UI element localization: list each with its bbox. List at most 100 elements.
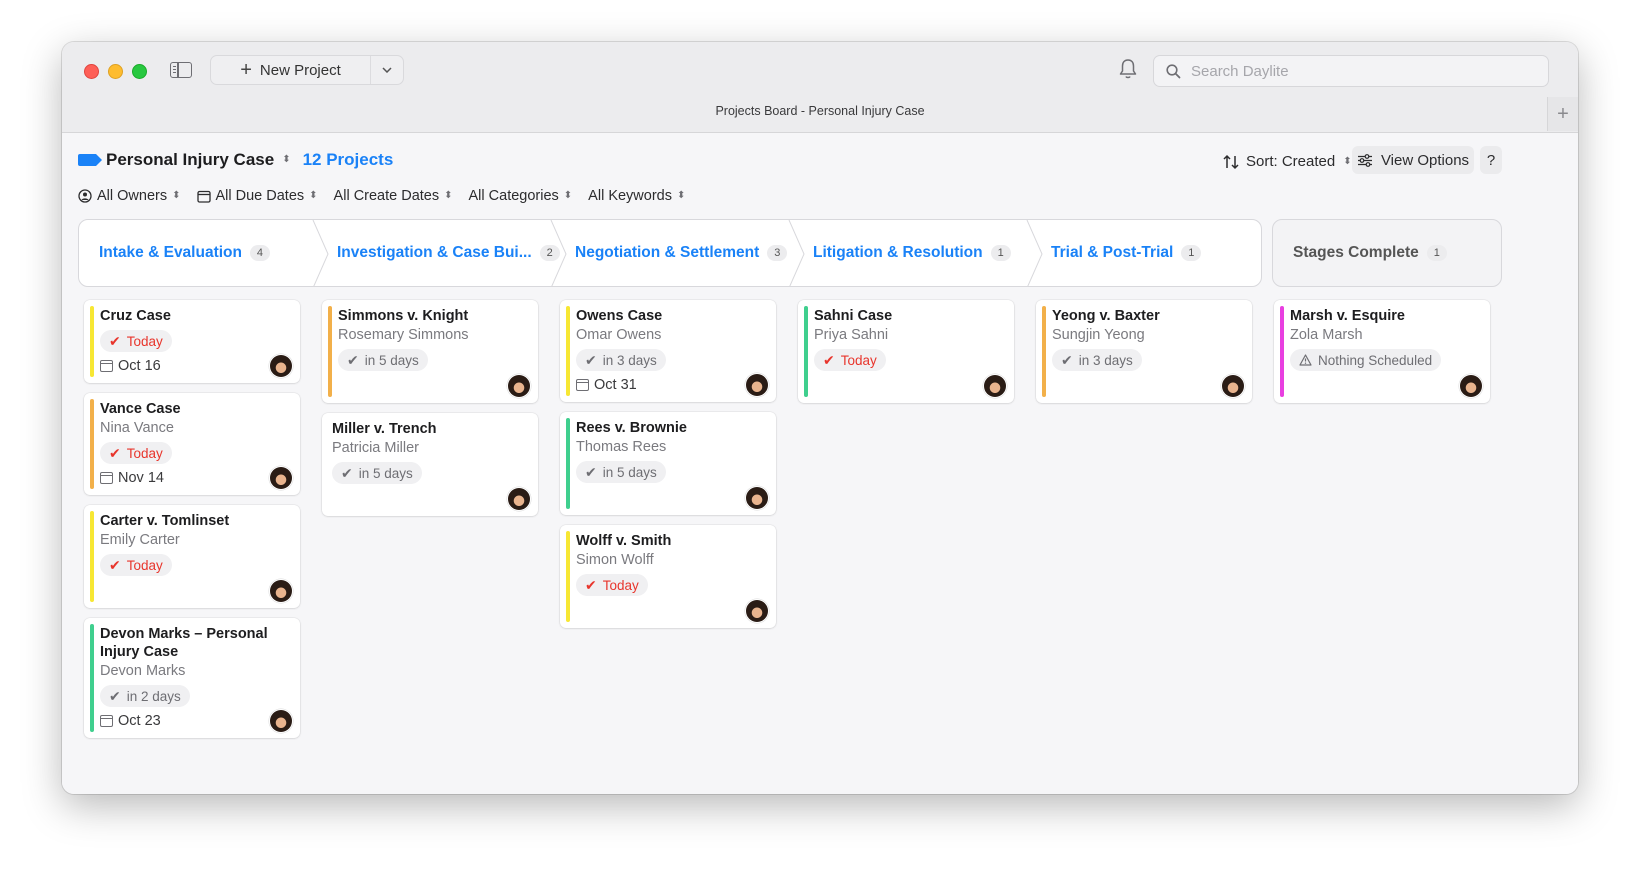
plus-icon: + bbox=[240, 59, 252, 81]
check-icon: ✔ bbox=[585, 463, 597, 480]
new-project-dropdown-button[interactable] bbox=[370, 56, 403, 84]
card-color-bar bbox=[1042, 306, 1046, 397]
updown-chevron-icon: ⬍ bbox=[676, 190, 686, 201]
project-card[interactable]: Rees v. Brownie Thomas Rees ✔ in 5 days bbox=[560, 412, 776, 515]
project-card[interactable]: Cruz Case ✔ Today Oct 16 bbox=[84, 300, 300, 383]
filter-label: All Create Dates bbox=[333, 188, 440, 204]
card-color-bar bbox=[90, 306, 94, 377]
owner-avatar[interactable] bbox=[746, 600, 768, 622]
new-project-button[interactable]: + New Project bbox=[211, 60, 370, 80]
new-project-control: + New Project bbox=[210, 55, 404, 85]
status-text: Today bbox=[126, 445, 163, 461]
project-card[interactable]: Simmons v. Knight Rosemary Simmons ✔ in 5… bbox=[322, 300, 538, 403]
project-card[interactable]: Owens Case Omar Owens ✔ in 3 days Oct 31 bbox=[560, 300, 776, 402]
filter-label: All Keywords bbox=[588, 188, 672, 204]
stage-trial[interactable]: Trial & Post-Trial 1 bbox=[1051, 220, 1202, 286]
project-card[interactable]: Yeong v. Baxter Sungjin Yeong ✔ in 3 days bbox=[1036, 300, 1252, 403]
stage-count-badge: 1 bbox=[1181, 245, 1202, 261]
project-card[interactable]: Wolff v. Smith Simon Wolff ✔ Today bbox=[560, 525, 776, 628]
owner-avatar[interactable] bbox=[1460, 375, 1482, 397]
stage-count-badge: 4 bbox=[249, 245, 270, 261]
card-title: Simmons v. Knight bbox=[338, 308, 469, 324]
owner-avatar[interactable] bbox=[270, 355, 292, 377]
filter-owners[interactable]: All Owners ⬍ bbox=[78, 188, 181, 204]
calendar-icon bbox=[576, 379, 589, 391]
filter-create-dates[interactable]: All Create Dates ⬍ bbox=[334, 188, 453, 204]
stage-intake[interactable]: Intake & Evaluation 4 bbox=[99, 220, 270, 286]
stage-label: Negotiation & Settlement bbox=[575, 244, 760, 261]
status-pill: ✔ Today bbox=[100, 330, 172, 352]
card-title: Owens Case bbox=[576, 308, 663, 324]
project-card[interactable]: Miller v. Trench Patricia Miller ✔ in 5 d… bbox=[322, 413, 538, 516]
owner-avatar[interactable] bbox=[508, 375, 530, 397]
card-contact: Omar Owens bbox=[576, 327, 662, 343]
status-pill: ✔ in 5 days bbox=[332, 462, 422, 484]
search-field[interactable] bbox=[1153, 55, 1549, 87]
owner-avatar[interactable] bbox=[984, 375, 1006, 397]
sort-control[interactable]: Sort: Created ⬍ bbox=[1222, 153, 1358, 170]
zoom-window-button[interactable] bbox=[132, 64, 147, 79]
status-text: in 5 days bbox=[364, 352, 419, 368]
minimize-window-button[interactable] bbox=[108, 64, 123, 79]
bell-icon[interactable] bbox=[1118, 58, 1138, 80]
owner-avatar[interactable] bbox=[270, 467, 292, 489]
sidebar-toggle-icon[interactable] bbox=[170, 62, 192, 78]
check-icon: ✔ bbox=[823, 351, 835, 368]
card-contact: Thomas Rees bbox=[576, 439, 667, 455]
project-card[interactable]: Carter v. Tomlinset Emily Carter ✔ Today bbox=[84, 505, 300, 608]
card-date: Oct 16 bbox=[100, 357, 290, 375]
project-card[interactable]: Marsh v. Esquire Zola Marsh Nothing Sche… bbox=[1274, 300, 1490, 403]
card-title: Sahni Case bbox=[814, 308, 893, 324]
stage-count-badge: 1 bbox=[1426, 245, 1447, 261]
search-input[interactable] bbox=[1189, 61, 1523, 81]
owner-avatar[interactable] bbox=[508, 488, 530, 510]
stage-column-trial: Yeong v. Baxter Sungjin Yeong ✔ in 3 days bbox=[1036, 300, 1252, 413]
stage-separator-icon bbox=[788, 220, 805, 286]
card-contact: Nina Vance bbox=[100, 420, 174, 436]
updown-chevron-icon: ⬍ bbox=[444, 190, 453, 201]
project-card[interactable]: Vance Case Nina Vance ✔ Today Nov 14 bbox=[84, 393, 300, 495]
status-pill: Nothing Scheduled bbox=[1290, 349, 1442, 371]
help-button[interactable]: ? bbox=[1480, 146, 1502, 174]
project-count[interactable]: 12 Projects bbox=[303, 150, 394, 170]
stage-label: Trial & Post-Trial bbox=[1051, 244, 1174, 261]
owner-avatar[interactable] bbox=[1222, 375, 1244, 397]
stage-negotiation[interactable]: Negotiation & Settlement 3 bbox=[575, 220, 788, 286]
status-text: in 3 days bbox=[1078, 352, 1133, 368]
view-options-button[interactable]: View Options bbox=[1352, 146, 1474, 174]
owner-avatar[interactable] bbox=[746, 487, 768, 509]
card-title: Rees v. Brownie bbox=[576, 420, 687, 436]
project-card[interactable]: Devon Marks – Personal Injury Case Devon… bbox=[84, 618, 300, 738]
check-icon: ✔ bbox=[109, 687, 121, 704]
updown-chevron-icon: ⬍ bbox=[1343, 155, 1352, 167]
stage-complete[interactable]: Stages Complete 1 bbox=[1272, 219, 1502, 287]
owner-avatar[interactable] bbox=[270, 710, 292, 732]
pipeline-name[interactable]: Personal Injury Case bbox=[106, 150, 274, 170]
app-window: + New Project Projects Board - Personal … bbox=[62, 42, 1578, 794]
close-window-button[interactable] bbox=[84, 64, 99, 79]
filter-categories[interactable]: All Categories ⬍ bbox=[469, 188, 573, 204]
card-title: Yeong v. Baxter bbox=[1052, 308, 1160, 324]
check-icon: ✔ bbox=[1061, 351, 1073, 368]
stage-investigation[interactable]: Investigation & Case Bui... 2 bbox=[337, 220, 560, 286]
status-text: Today bbox=[126, 333, 163, 349]
chevron-down-icon bbox=[382, 67, 392, 73]
status-pill: ✔ in 3 days bbox=[1052, 349, 1142, 371]
owner-avatar[interactable] bbox=[746, 374, 768, 396]
new-tab-button[interactable]: + bbox=[1547, 97, 1578, 131]
filter-due-dates[interactable]: All Due Dates ⬍ bbox=[196, 188, 318, 204]
filter-keywords[interactable]: All Keywords ⬍ bbox=[588, 188, 685, 204]
stage-separator-icon bbox=[1026, 220, 1043, 286]
updown-chevron-icon[interactable]: ⬍ bbox=[282, 155, 290, 165]
check-icon: ✔ bbox=[109, 556, 121, 573]
stage-label: Stages Complete bbox=[1293, 244, 1419, 261]
stage-label: Litigation & Resolution bbox=[813, 244, 983, 261]
stage-litigation[interactable]: Litigation & Resolution 1 bbox=[813, 220, 1011, 286]
card-color-bar bbox=[566, 306, 570, 396]
project-card[interactable]: Sahni Case Priya Sahni ✔ Today bbox=[798, 300, 1014, 403]
owner-avatar[interactable] bbox=[270, 580, 292, 602]
status-pill: ✔ in 2 days bbox=[100, 685, 190, 707]
card-color-bar bbox=[328, 306, 332, 397]
filter-bar: All Owners ⬍ All Due Dates ⬍ All Create … bbox=[78, 188, 685, 204]
filter-label: All Categories bbox=[468, 188, 559, 204]
